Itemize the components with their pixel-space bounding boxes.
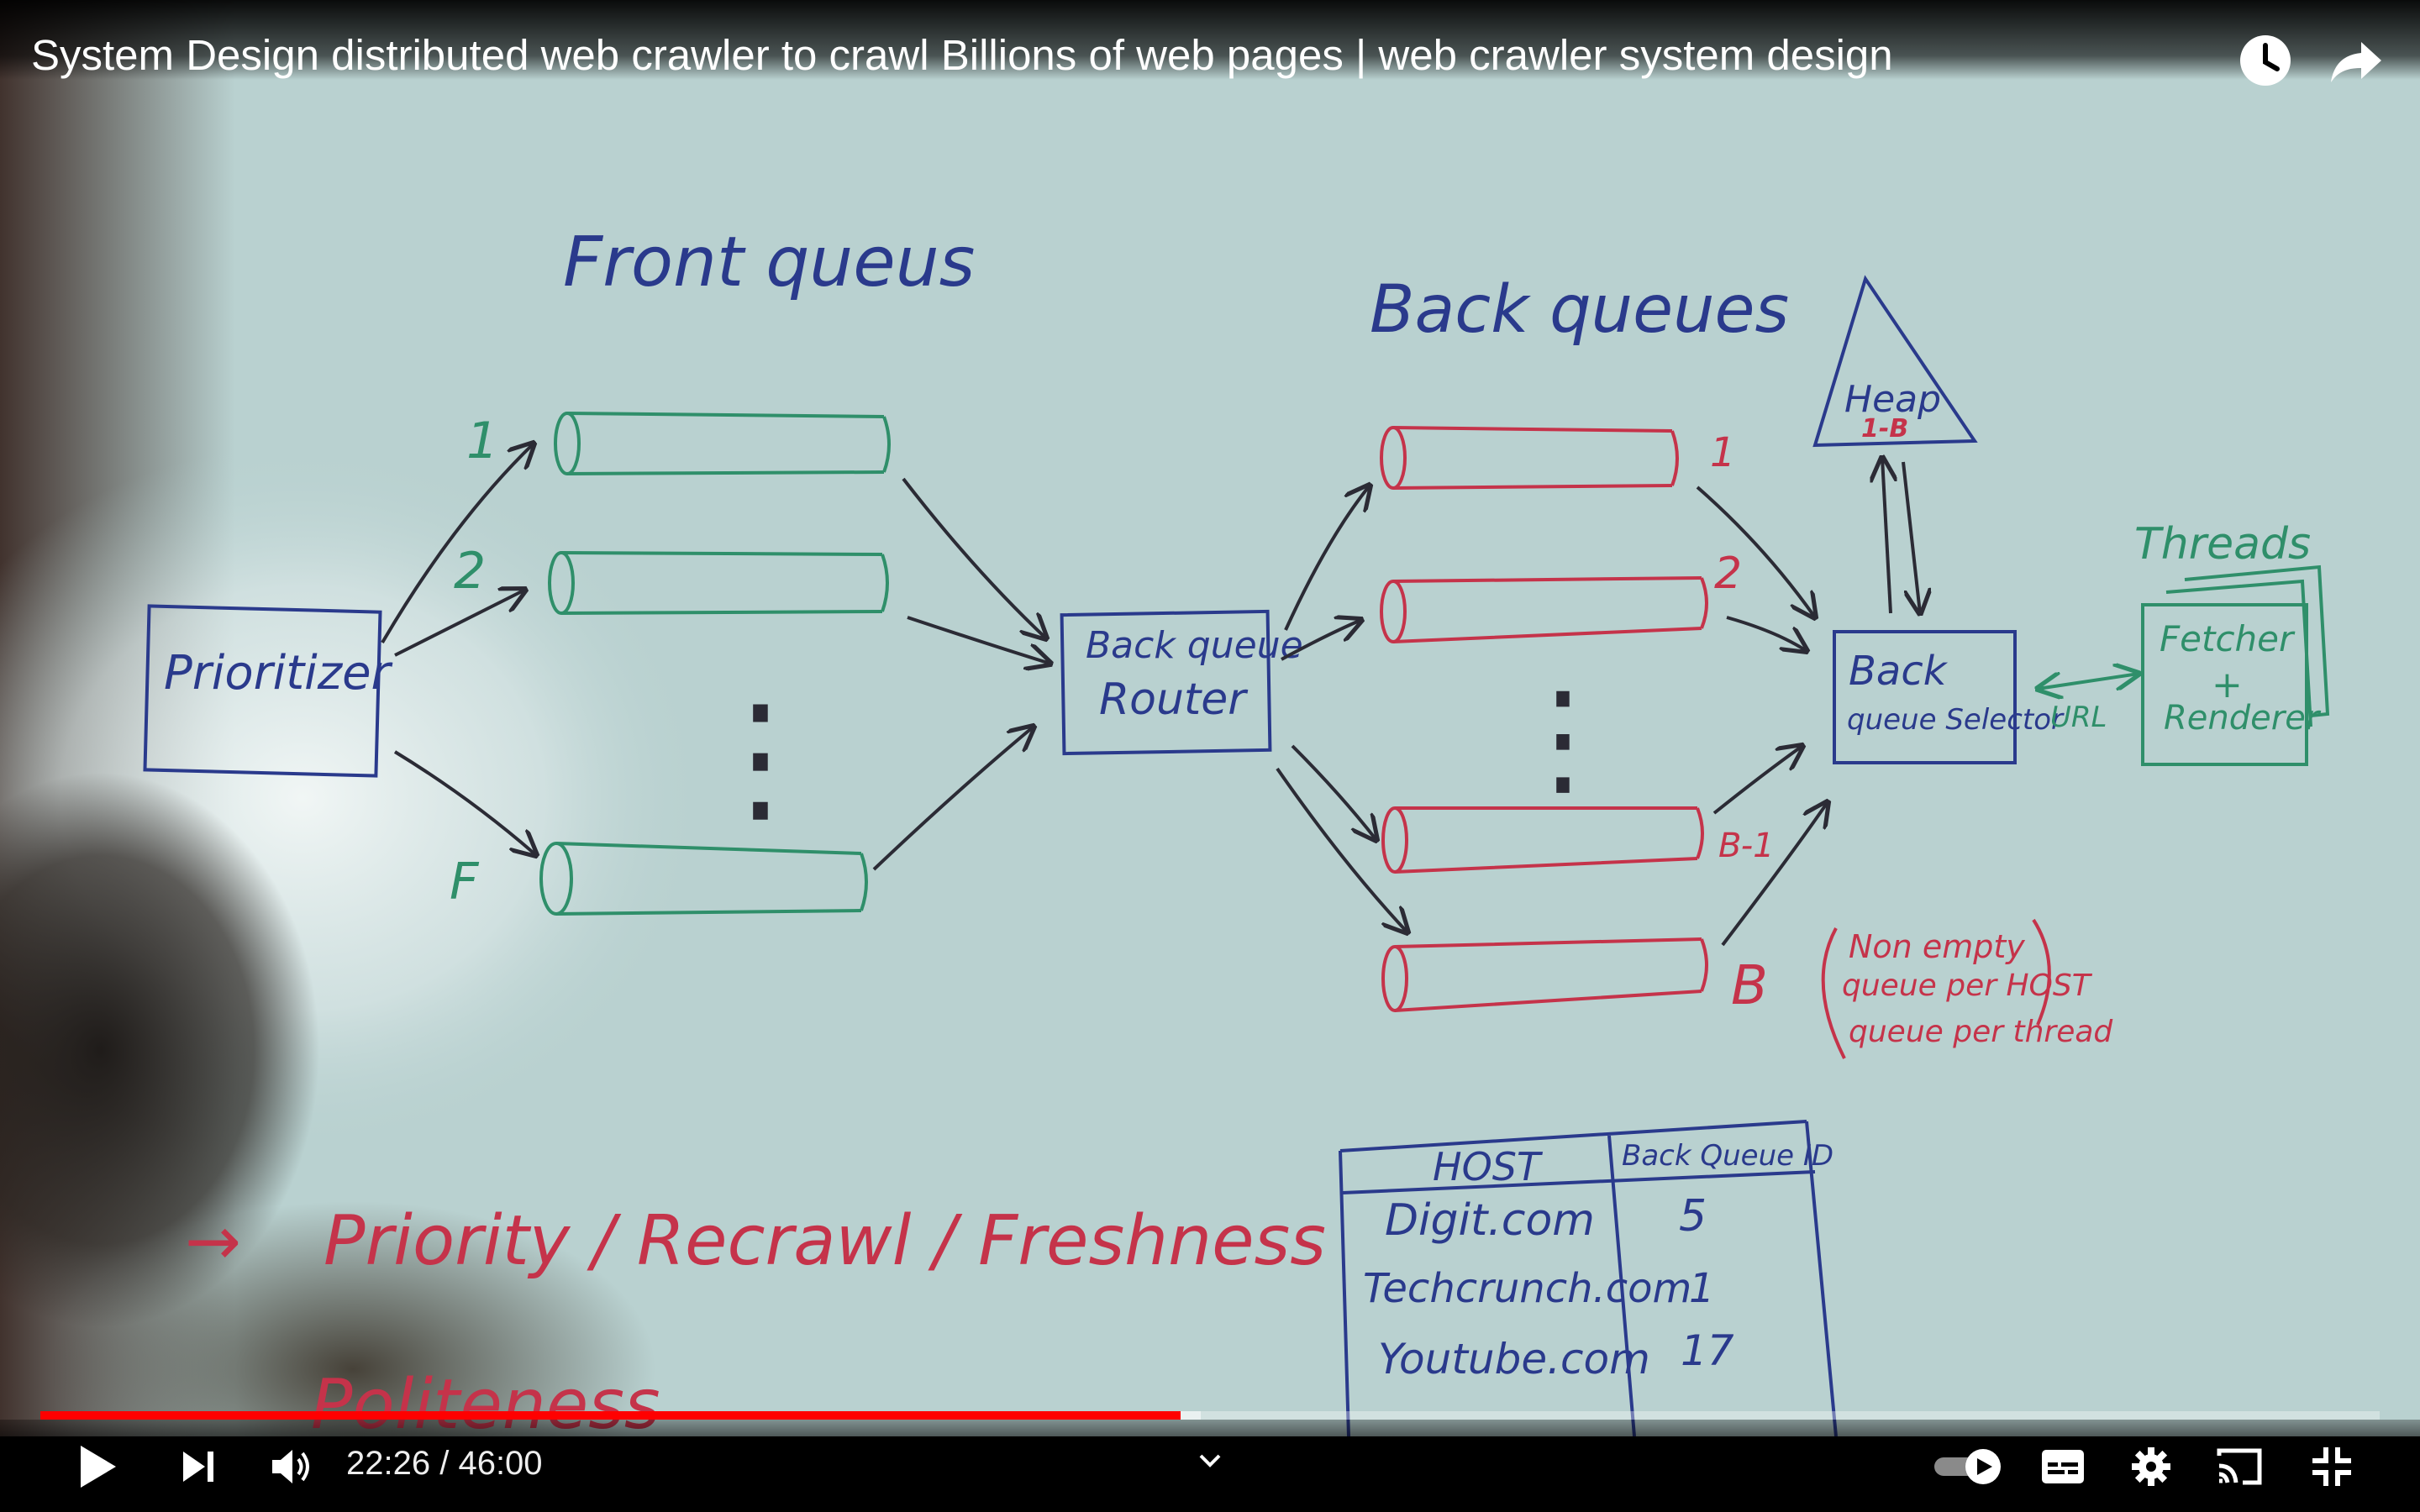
video-frame[interactable]: Front queus Back queues Prioritizer 1 2 … bbox=[0, 0, 2420, 1436]
back-label-B-1: B-1 bbox=[1718, 827, 1775, 865]
watch-later-icon[interactable] bbox=[2235, 30, 2296, 91]
table-row-2-host: Techcrunch.com bbox=[1363, 1265, 1691, 1312]
share-icon[interactable] bbox=[2326, 30, 2386, 91]
front-label-2: 2 bbox=[454, 542, 486, 601]
back-label-B: B bbox=[1731, 955, 1768, 1017]
note-line2: queue per HOST bbox=[1842, 969, 2093, 1003]
cast-button[interactable] bbox=[2214, 1436, 2265, 1497]
prioritizer-label: Prioritizer bbox=[164, 646, 393, 701]
url-label: URL bbox=[2050, 701, 2107, 734]
cast-icon bbox=[2217, 1448, 2262, 1485]
chapter-chevron-button[interactable] bbox=[1193, 1441, 1227, 1481]
priority-recrawl-freshness: Priority / Recrawl / Freshness bbox=[324, 1201, 1326, 1281]
whiteboard-drawing: Front queus Back queues Prioritizer 1 2 … bbox=[0, 0, 2420, 1436]
table-row-1-id: 5 bbox=[1679, 1191, 1707, 1242]
play-button[interactable] bbox=[67, 1436, 128, 1497]
exit-fullscreen-icon bbox=[2312, 1447, 2351, 1486]
video-player[interactable]: Front queus Back queues Prioritizer 1 2 … bbox=[0, 0, 2420, 1512]
router-label-line2: Router bbox=[1099, 675, 1249, 725]
router-label-line1: Back queue bbox=[1086, 624, 1303, 667]
video-title[interactable]: System Design distributed web crawler to… bbox=[31, 30, 1893, 80]
chevron-down-icon bbox=[1199, 1454, 1221, 1467]
front-label-1: 1 bbox=[466, 412, 498, 470]
subtitles-button[interactable] bbox=[2038, 1436, 2088, 1497]
subtitles-icon bbox=[2042, 1450, 2084, 1483]
table-row-3-id: 17 bbox=[1681, 1326, 1734, 1375]
autoplay-toggle-icon bbox=[1934, 1449, 2001, 1484]
table-row-2-id: 1 bbox=[1689, 1265, 1715, 1312]
bottom-arrow-1: → bbox=[185, 1202, 241, 1280]
selector-label-line1: Back bbox=[1849, 648, 1949, 695]
selector-label-line2: queue Selector bbox=[1847, 703, 2065, 737]
back-queues-title: Back queues bbox=[1370, 272, 1789, 348]
exit-fullscreen-button[interactable] bbox=[2307, 1436, 2357, 1497]
next-icon bbox=[183, 1452, 213, 1482]
volume-icon bbox=[272, 1450, 309, 1483]
heap-range: 1-B bbox=[1861, 414, 1908, 444]
duration: 46:00 bbox=[458, 1445, 543, 1482]
note-line3: queue per thread bbox=[1849, 1015, 2113, 1049]
volume-button[interactable] bbox=[262, 1436, 323, 1497]
back-label-1: 1 bbox=[1710, 429, 1736, 476]
front-queues-title: Front queus bbox=[563, 223, 975, 302]
back-label-2: 2 bbox=[1714, 549, 1742, 599]
autoplay-toggle[interactable] bbox=[1933, 1436, 2005, 1497]
threads-label: Threads bbox=[2134, 519, 2311, 570]
time-separator: / bbox=[430, 1445, 459, 1482]
table-row-3-host: Youtube.com bbox=[1378, 1335, 1650, 1383]
table-header-host: HOST bbox=[1433, 1144, 1544, 1189]
progress-bar[interactable] bbox=[40, 1411, 2380, 1420]
table-row-1-host: Digit.com bbox=[1385, 1195, 1595, 1246]
table-header-backqueue: Back Queue ID bbox=[1622, 1139, 1833, 1173]
renderer-label: Renderer bbox=[2164, 699, 2322, 738]
back-queue-ellipsis: ⋮ bbox=[1500, 665, 1626, 811]
front-label-F: F bbox=[450, 853, 480, 911]
gear-icon bbox=[2132, 1447, 2170, 1486]
play-icon bbox=[81, 1446, 116, 1488]
next-button[interactable] bbox=[168, 1436, 229, 1497]
progress-played bbox=[40, 1411, 1181, 1420]
time-display: 22:26 / 46:00 bbox=[346, 1445, 543, 1483]
fetcher-label: Fetcher bbox=[2160, 618, 2296, 659]
note-line1: Non empty bbox=[1849, 928, 2025, 965]
current-time: 22:26 bbox=[346, 1445, 431, 1482]
front-queue-ellipsis: ⋮ bbox=[689, 675, 832, 841]
settings-button[interactable] bbox=[2126, 1436, 2176, 1497]
